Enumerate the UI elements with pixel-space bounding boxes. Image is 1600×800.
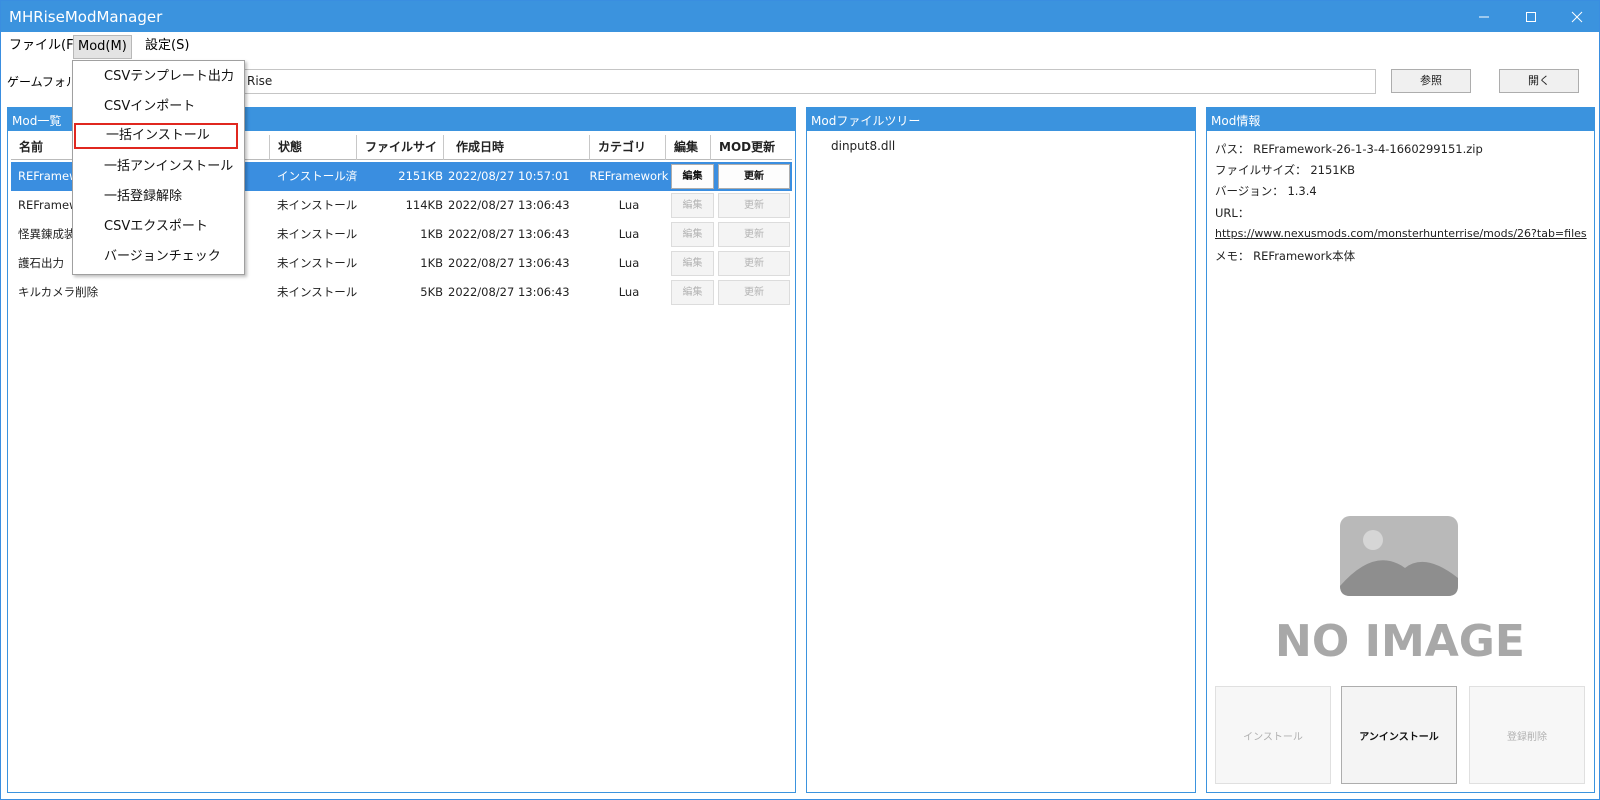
no-image-placeholder: NO IMAGE [1265, 516, 1535, 667]
mod-menu-dropdown: CSVテンプレート出力 CSVインポート 一括インストール 一括アンインストール… [72, 60, 245, 275]
info-memo-value: REFramework本体 [1253, 249, 1356, 263]
tree-item[interactable]: dinput8.dll [831, 139, 895, 153]
menu-item-bulk-install[interactable]: 一括インストール [74, 123, 238, 149]
install-button[interactable]: インストール [1215, 686, 1331, 784]
row-date: 2022/08/27 10:57:01 [448, 169, 570, 183]
row-size: 114KB [405, 198, 443, 212]
info-size-label: ファイルサイズ： [1215, 163, 1307, 177]
menu-item-bulk-unregister[interactable]: 一括登録解除 [73, 183, 244, 211]
row-category: Lua [618, 198, 640, 212]
info-url: https://www.nexusmods.com/monsterhunterr… [1215, 227, 1587, 240]
info-version-label: バージョン： [1215, 184, 1284, 198]
row-date: 2022/08/27 13:06:43 [448, 285, 570, 299]
update-button[interactable]: 更新 [718, 251, 790, 276]
menu-settings[interactable]: 設定(S) [141, 35, 193, 59]
row-size: 1KB [420, 256, 443, 270]
menu-item-csv-import[interactable]: CSVインポート [73, 93, 244, 121]
no-image-text: NO IMAGE [1275, 616, 1525, 666]
menu-bar: ファイル(F) Mod(M) 設定(S) [1, 32, 1599, 60]
table-row[interactable]: キルカメラ削除 未インストール 5KB 2022/08/27 13:06:43 … [11, 278, 792, 307]
row-state: 未インストール [277, 198, 357, 212]
game-folder-value: Rise [247, 74, 273, 88]
unregister-button[interactable]: 登録削除 [1469, 686, 1585, 784]
row-category: Lua [618, 256, 640, 270]
mod-info-panel: Mod情報 パス： REFramework-26-1-3-4-166029915… [1206, 107, 1595, 793]
info-path-value: REFramework-26-1-3-4-1660299151.zip [1253, 142, 1483, 156]
window-title: MHRiseModManager [9, 8, 163, 26]
info-size-value: 2151KB [1310, 163, 1356, 177]
edit-button[interactable]: 編集 [671, 251, 714, 276]
row-size: 1KB [420, 227, 443, 241]
row-date: 2022/08/27 13:06:43 [448, 256, 570, 270]
update-button[interactable]: 更新 [718, 280, 790, 305]
game-folder-input[interactable]: Rise [76, 69, 1376, 94]
row-state: 未インストール [277, 227, 357, 241]
title-bar[interactable]: MHRiseModManager [1, 1, 1599, 32]
no-image-icon: NO IMAGE [1275, 516, 1525, 667]
row-state: インストール済 [277, 169, 357, 183]
row-category: REFramework [589, 169, 669, 183]
info-path-label: パス： [1215, 142, 1250, 156]
row-date: 2022/08/27 13:06:43 [448, 198, 570, 212]
header-category[interactable]: カテゴリ [590, 135, 666, 160]
app-window: MHRiseModManager ファイル(F) Mod(M) 設定(S) ゲー… [0, 0, 1600, 800]
row-state: 未インストール [277, 256, 357, 270]
header-date[interactable]: 作成日時 [444, 135, 590, 160]
info-version: バージョン： 1.3.4 [1215, 183, 1317, 199]
file-tree-title: Modファイルツリー [807, 108, 1195, 131]
update-button[interactable]: 更新 [718, 164, 790, 189]
minimize-icon [1479, 16, 1489, 17]
minimize-button[interactable] [1461, 1, 1507, 32]
edit-button[interactable]: 編集 [671, 280, 714, 305]
info-url-link[interactable]: https://www.nexusmods.com/monsterhunterr… [1215, 227, 1587, 240]
update-button[interactable]: 更新 [718, 193, 790, 218]
row-state: 未インストール [277, 285, 357, 299]
header-update[interactable]: MOD更新 [711, 135, 792, 160]
menu-file[interactable]: ファイル(F) [5, 35, 83, 59]
row-category: Lua [618, 227, 640, 241]
maximize-button[interactable] [1508, 1, 1554, 32]
menu-mod[interactable]: Mod(M) [73, 35, 132, 59]
edit-button[interactable]: 編集 [671, 164, 714, 189]
row-name: キルカメラ削除 [18, 285, 99, 299]
browse-button[interactable]: 参照 [1391, 69, 1471, 93]
menu-item-bulk-uninstall[interactable]: 一括アンインストール [73, 153, 244, 181]
info-memo: メモ： REFramework本体 [1215, 248, 1355, 264]
menu-item-csv-export[interactable]: CSVエクスポート [73, 213, 244, 241]
update-button[interactable]: 更新 [718, 222, 790, 247]
info-size: ファイルサイズ： 2151KB [1215, 162, 1355, 178]
info-memo-label: メモ： [1215, 249, 1250, 263]
uninstall-button[interactable]: アンインストール [1341, 686, 1457, 784]
row-category: Lua [618, 285, 640, 299]
mod-info-title: Mod情報 [1207, 108, 1594, 131]
row-date: 2022/08/27 13:06:43 [448, 227, 570, 241]
edit-button[interactable]: 編集 [671, 193, 714, 218]
close-button[interactable] [1554, 1, 1600, 32]
maximize-icon [1526, 11, 1536, 22]
menu-item-version-check[interactable]: バージョンチェック [73, 243, 244, 271]
file-tree-panel: Modファイルツリー dinput8.dll [806, 107, 1196, 793]
info-url-label: URL： [1215, 206, 1250, 220]
edit-button[interactable]: 編集 [671, 222, 714, 247]
header-edit[interactable]: 編集 [666, 135, 711, 160]
header-state[interactable]: 状態 [270, 135, 357, 160]
menu-item-csv-template[interactable]: CSVテンプレート出力 [73, 63, 244, 91]
row-size: 2151KB [398, 169, 443, 183]
open-button[interactable]: 開く [1499, 69, 1579, 93]
info-version-value: 1.3.4 [1287, 184, 1317, 198]
row-size: 5KB [420, 285, 443, 299]
close-icon [1571, 11, 1583, 22]
info-path: パス： REFramework-26-1-3-4-1660299151.zip [1215, 141, 1483, 157]
header-size[interactable]: ファイルサイズ [357, 135, 444, 179]
